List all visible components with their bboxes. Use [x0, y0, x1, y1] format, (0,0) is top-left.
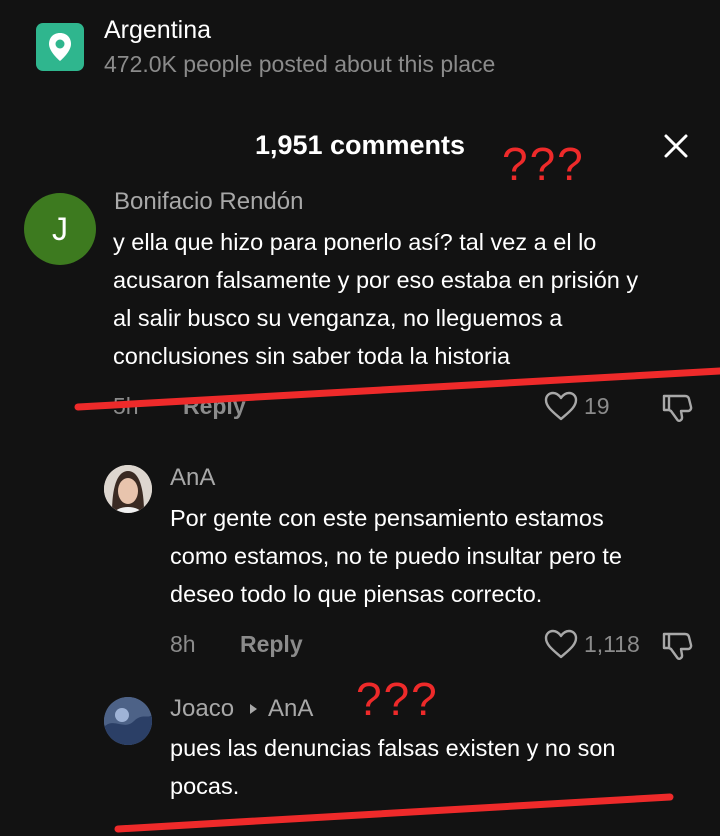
avatar-letter: J: [52, 210, 68, 247]
comment-line: pues las denuncias falsas existen y no s…: [170, 735, 616, 761]
avatar[interactable]: [104, 697, 152, 745]
comment-line: y ella que hizo para ponerlo así? tal ve…: [113, 229, 597, 255]
location-pin-icon: [36, 23, 84, 71]
thumbs-down-icon: [662, 632, 693, 660]
heart-icon: [544, 629, 578, 659]
comments-sheet-header: 1,951 comments: [0, 120, 720, 176]
comment-time: 8h: [170, 631, 196, 657]
reply-button[interactable]: Reply: [183, 393, 246, 419]
place-header[interactable]: Argentina 472.0K people posted about thi…: [0, 0, 720, 100]
comment-line: acusaron falsamente y por eso estaba en …: [113, 267, 639, 293]
comment-line: pocas.: [170, 773, 240, 799]
comment-meta: 8h Reply: [170, 631, 303, 658]
close-icon: [664, 134, 688, 158]
thumbs-down-icon: [662, 394, 693, 422]
avatar-photo: [104, 465, 152, 513]
dislike-button[interactable]: [660, 629, 694, 668]
avatar[interactable]: [104, 465, 152, 513]
close-button[interactable]: [656, 126, 696, 166]
comment-text: Por gente con este pensamiento estamos c…: [170, 499, 622, 613]
annotation-question-marks: ???: [502, 138, 585, 190]
like-count: 19: [584, 392, 610, 419]
annotation-question-marks: ???: [356, 673, 439, 725]
like-button[interactable]: 19: [544, 391, 610, 421]
reply-to-author[interactable]: AnA: [268, 695, 313, 723]
like-count: 1,118: [584, 630, 640, 657]
comment-time: 5h: [113, 393, 139, 419]
comment-text: pues las denuncias falsas existen y no s…: [170, 729, 615, 805]
comment-author[interactable]: AnA: [170, 464, 215, 492]
comment-line: al salir busco su venganza, no lleguemos…: [113, 305, 563, 331]
comment-line: como estamos, no te puedo insultar pero …: [170, 543, 622, 569]
comment-text: y ella que hizo para ponerlo así? tal ve…: [113, 223, 638, 375]
comment-author[interactable]: Bonifacio Rendón: [114, 188, 303, 216]
comment-author[interactable]: Joaco: [170, 695, 234, 723]
comment-line: Por gente con este pensamiento estamos: [170, 505, 604, 531]
avatar[interactable]: J: [24, 193, 96, 265]
reply-button[interactable]: Reply: [240, 631, 303, 657]
like-button[interactable]: 1,118: [544, 629, 640, 659]
place-title[interactable]: Argentina: [104, 16, 211, 45]
comment-line: conclusiones sin saber toda la historia: [113, 343, 511, 369]
heart-icon: [544, 391, 578, 421]
avatar-photo: [104, 697, 152, 745]
caret-right-icon: [250, 704, 258, 714]
place-subtitle: 472.0K people posted about this place: [104, 51, 496, 77]
comment-line: deseo todo lo que piensas correcto.: [170, 581, 543, 607]
dislike-button[interactable]: [660, 391, 694, 430]
comment-author-row: Joaco AnA: [170, 695, 313, 723]
comments-count: 1,951 comments: [254, 130, 466, 160]
comment-meta: 5h Reply: [113, 393, 246, 420]
